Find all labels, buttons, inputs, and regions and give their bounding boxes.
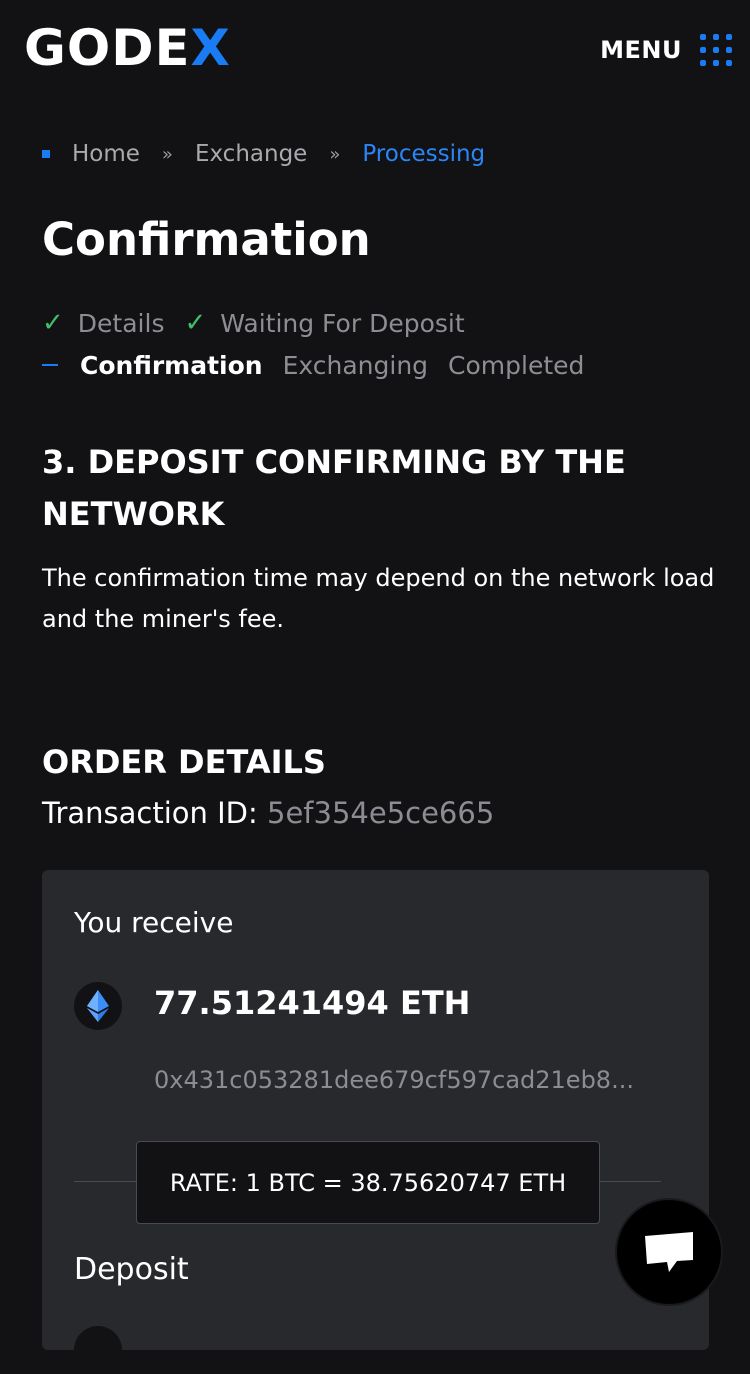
order-details-heading: ORDER DETAILS bbox=[42, 743, 326, 781]
breadcrumb-home[interactable]: Home bbox=[72, 141, 140, 167]
order-card: You receive 77.51241494 ETH 0x431c053281… bbox=[42, 870, 709, 1374]
transaction-id-label: Transaction ID: bbox=[42, 796, 258, 830]
ethereum-icon bbox=[74, 982, 122, 1030]
step-label: Confirmation bbox=[80, 350, 263, 380]
step-waiting-for-deposit: ✓ Waiting For Deposit bbox=[184, 308, 464, 338]
deposit-coin-icon bbox=[74, 1326, 122, 1374]
breadcrumb-bullet-icon bbox=[42, 150, 50, 158]
exchange-rate: RATE: 1 BTC = 38.75620747 ETH bbox=[136, 1141, 600, 1224]
chevron-double-right-icon: » bbox=[161, 143, 173, 165]
current-step-dash-icon bbox=[42, 364, 58, 366]
step-label: Completed bbox=[448, 350, 585, 380]
grid-dots-icon bbox=[700, 34, 732, 66]
menu-label: MENU bbox=[600, 36, 682, 64]
progress-steps: ✓ Details ✓ Waiting For Deposit Confirma… bbox=[42, 302, 722, 386]
step-label: Details bbox=[77, 308, 165, 338]
step-details: ✓ Details bbox=[42, 308, 164, 338]
menu-button[interactable]: MENU bbox=[600, 30, 732, 70]
check-icon: ✓ bbox=[42, 308, 64, 338]
breadcrumb: Home » Exchange » Processing bbox=[42, 138, 485, 170]
section-heading: 3. DEPOSIT CONFIRMING BY THE NETWORK bbox=[42, 443, 626, 533]
godex-logo[interactable]: GODEX bbox=[24, 22, 231, 74]
logo-text: GODE bbox=[24, 19, 191, 77]
breadcrumb-processing: Processing bbox=[362, 141, 486, 167]
step-label: Waiting For Deposit bbox=[220, 308, 465, 338]
chevron-double-right-icon: » bbox=[329, 143, 341, 165]
receive-address: 0x431c053281dee679cf597cad21eb8... bbox=[154, 1066, 634, 1094]
step-confirmation: Confirmation bbox=[42, 351, 263, 380]
chat-bubble-icon bbox=[645, 1232, 693, 1272]
you-receive-label: You receive bbox=[74, 906, 234, 939]
transaction-id-value: 5ef354e5ce665 bbox=[267, 796, 495, 830]
step-label: Exchanging bbox=[282, 350, 429, 380]
chat-button[interactable] bbox=[615, 1198, 723, 1306]
receive-amount: 77.51241494 ETH bbox=[154, 984, 471, 1022]
section-description: The confirmation time may depend on the … bbox=[42, 564, 715, 633]
logo-accent: X bbox=[190, 19, 231, 77]
breadcrumb-exchange[interactable]: Exchange bbox=[195, 141, 307, 167]
deposit-label: Deposit bbox=[74, 1252, 189, 1287]
check-icon: ✓ bbox=[184, 308, 207, 338]
site-header: GODEX MENU bbox=[0, 0, 750, 100]
transaction-id: Transaction ID: 5ef354e5ce665 bbox=[42, 792, 494, 834]
step-completed: Completed bbox=[448, 351, 584, 380]
page-title: Confirmation bbox=[42, 213, 371, 266]
step-exchanging: Exchanging bbox=[283, 351, 428, 380]
